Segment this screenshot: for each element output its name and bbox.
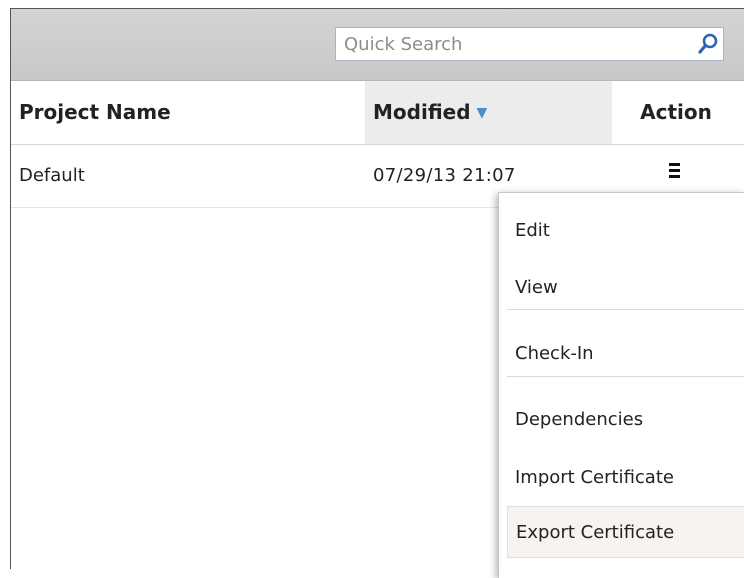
menu-separator xyxy=(507,309,744,310)
menu-item-export-certificate[interactable]: Export Certificate xyxy=(507,506,744,558)
action-context-menu: Edit View Check-In Dependencies Import C… xyxy=(498,192,744,578)
projects-panel: Project Name Modified ▼ Action Default 07… xyxy=(10,8,744,578)
menu-separator xyxy=(507,376,744,377)
hamburger-menu-icon[interactable] xyxy=(665,160,685,180)
column-header-project-name[interactable]: Project Name xyxy=(19,81,319,144)
toolbar xyxy=(11,9,744,81)
column-header-action: Action xyxy=(615,81,744,144)
search-button[interactable] xyxy=(693,28,723,60)
column-header-modified[interactable]: Modified ▼ xyxy=(365,81,612,144)
menu-item-dependencies[interactable]: Dependencies xyxy=(507,394,744,446)
menu-item-check-in[interactable]: Check-In xyxy=(507,328,744,380)
menu-item-import-certificate[interactable]: Import Certificate xyxy=(507,452,744,504)
modified-cell: 07/29/13 21:07 xyxy=(373,165,516,186)
project-name-cell: Default xyxy=(19,165,85,186)
column-header-label: Modified xyxy=(373,100,471,124)
menu-item-view[interactable]: View xyxy=(507,262,744,314)
search-input[interactable] xyxy=(336,28,691,60)
search-icon xyxy=(698,33,718,54)
quick-search-box xyxy=(335,27,724,61)
column-header-label: Action xyxy=(640,100,712,124)
menu-item-edit[interactable]: Edit xyxy=(507,205,744,257)
column-header-label: Project Name xyxy=(19,100,171,124)
sort-descending-icon: ▼ xyxy=(476,105,488,121)
table-header: Project Name Modified ▼ Action xyxy=(11,81,744,145)
